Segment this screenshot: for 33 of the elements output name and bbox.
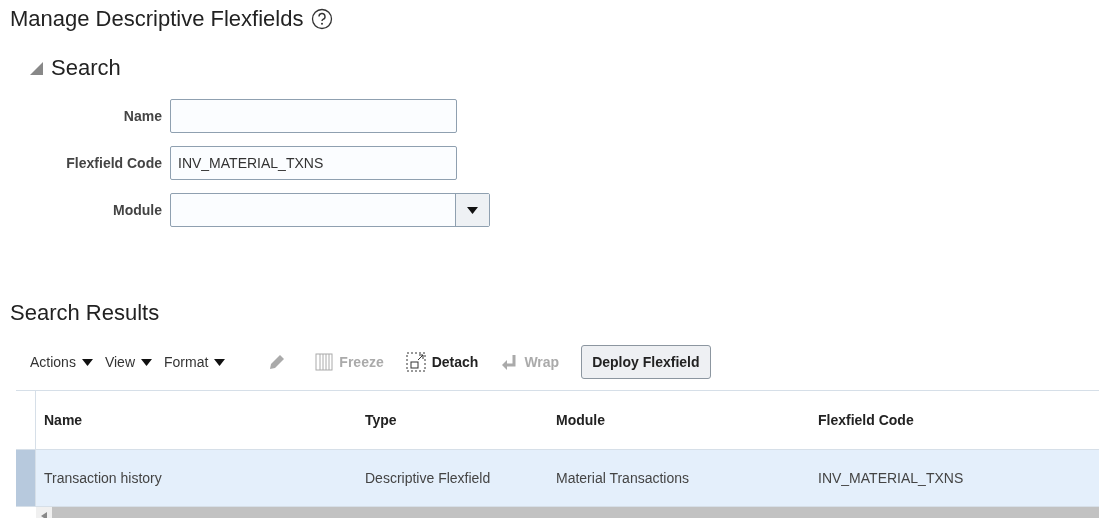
section-title: Search bbox=[51, 55, 121, 81]
section-title: Search Results bbox=[10, 300, 161, 326]
toolbar-button[interactable]: Detach bbox=[405, 352, 479, 372]
field-label: Name bbox=[123, 108, 162, 124]
caret-icon bbox=[214, 358, 226, 366]
column-header[interactable]: Flexfield Code bbox=[810, 391, 1099, 449]
column-header[interactable]: Name bbox=[36, 391, 357, 449]
help-icon[interactable] bbox=[311, 8, 334, 30]
table-cell-text: Transaction history bbox=[43, 469, 163, 488]
detach-icon bbox=[405, 352, 426, 372]
table-cell-text: Descriptive Flexfield bbox=[364, 469, 492, 488]
table-cell-text: INV_MATERIAL_TXNS bbox=[817, 469, 965, 488]
menu-button[interactable]: View bbox=[104, 354, 152, 370]
input-field[interactable] bbox=[170, 99, 457, 133]
field-label: Module bbox=[113, 202, 162, 218]
menu-button[interactable]: Actions bbox=[30, 354, 93, 370]
input-field[interactable]: INV_MATERIAL_TXNS bbox=[170, 146, 457, 180]
column-header[interactable]: Type bbox=[357, 391, 548, 449]
menu-button[interactable]: Format bbox=[164, 354, 226, 370]
disclosure-icon[interactable] bbox=[30, 61, 43, 75]
caret-icon bbox=[81, 358, 93, 366]
field-label: Flexfield Code bbox=[66, 155, 162, 171]
table-row[interactable]: Transaction history Descriptive Flexfield Material Transactions INV_MATERIAL_TXNS bbox=[16, 450, 1099, 507]
columns-icon bbox=[315, 353, 334, 371]
table-cell-text: Material Transactions bbox=[555, 469, 691, 488]
select-field[interactable] bbox=[170, 193, 490, 227]
deploy-button[interactable]: Deploy Flexfield bbox=[581, 345, 711, 379]
wrap-icon bbox=[500, 353, 519, 371]
column-header[interactable]: Module bbox=[548, 391, 810, 449]
dropdown-icon bbox=[467, 206, 478, 214]
page-title: Manage Descriptive Flexfields bbox=[10, 6, 304, 32]
scroll-left-icon[interactable] bbox=[41, 512, 47, 518]
caret-icon bbox=[141, 358, 152, 366]
